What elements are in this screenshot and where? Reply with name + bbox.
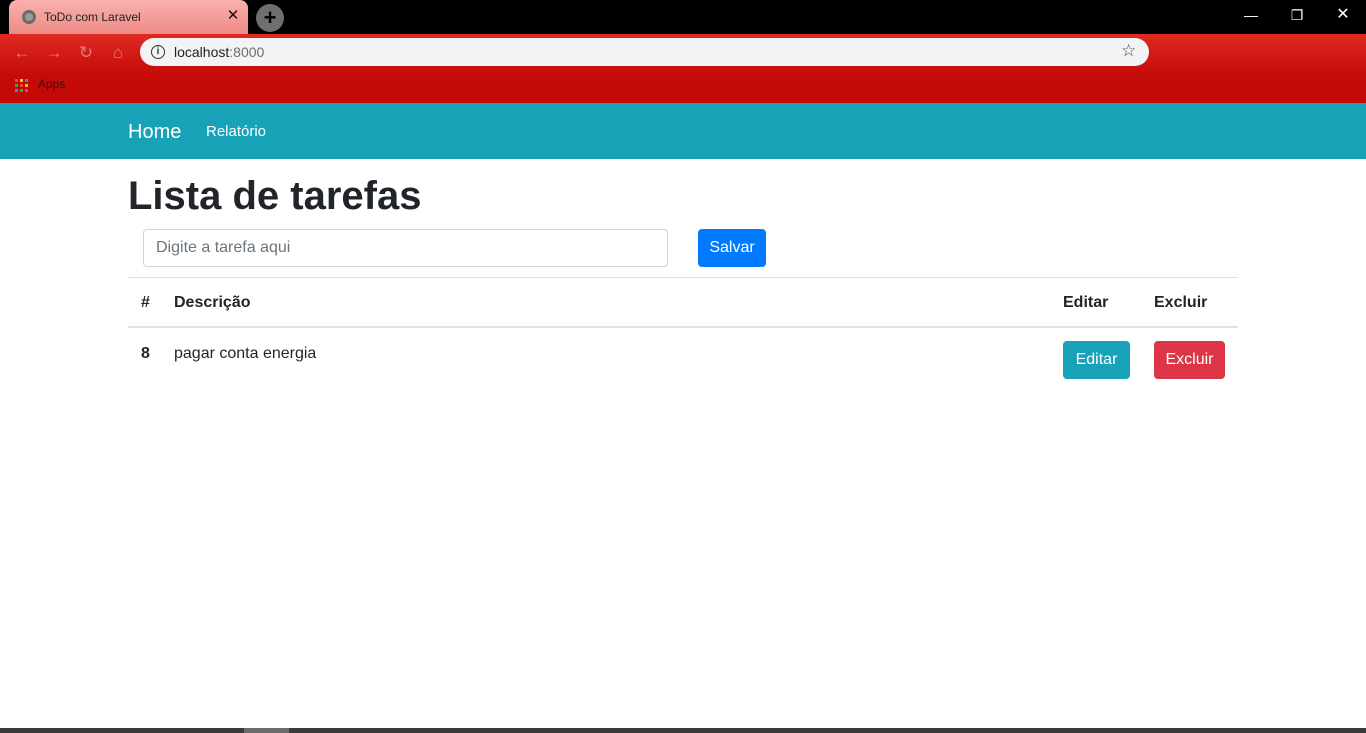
- browser-tab[interactable]: ToDo com Laravel ✕: [9, 0, 248, 34]
- delete-button[interactable]: Excluir: [1154, 341, 1225, 379]
- close-tab-icon[interactable]: ✕: [223, 6, 243, 26]
- back-arrow-icon[interactable]: ←: [10, 41, 34, 65]
- url-host: localhost: [174, 44, 230, 60]
- browser-toolbar: ← → ↻ ⌂ i localhost:8000 ☆ Apps: [0, 34, 1366, 103]
- bookmark-apps[interactable]: Apps: [38, 77, 65, 91]
- table-row: 8 pagar conta energia Editar Excluir: [128, 328, 1238, 392]
- bookmarks-bar: Apps: [0, 74, 300, 98]
- task-description: pagar conta energia: [174, 345, 317, 362]
- info-icon[interactable]: i: [151, 45, 165, 59]
- bottom-scrollbar-thumb[interactable]: [244, 728, 289, 733]
- header-description: Descrição: [174, 294, 251, 311]
- address-bar[interactable]: i localhost:8000 ☆: [140, 38, 1149, 66]
- bottom-scrollbar-track: [0, 728, 1366, 733]
- site-navbar: Home Relatório: [0, 103, 1366, 159]
- new-tab-button[interactable]: +: [256, 4, 284, 32]
- restore-window-button[interactable]: ❐: [1274, 0, 1320, 30]
- task-input[interactable]: [143, 229, 668, 267]
- home-icon[interactable]: ⌂: [106, 41, 130, 65]
- url-text[interactable]: localhost:8000: [174, 44, 264, 60]
- nav-report-link[interactable]: Relatório: [206, 123, 266, 140]
- apps-grid-icon[interactable]: [15, 79, 28, 92]
- nav-home-link[interactable]: Home: [128, 121, 181, 144]
- bookmark-star-icon[interactable]: ☆: [1121, 41, 1136, 61]
- header-edit: Editar: [1063, 294, 1109, 311]
- url-port: :8000: [229, 44, 265, 60]
- page-title: Lista de tarefas: [128, 174, 422, 218]
- edit-button[interactable]: Editar: [1063, 341, 1130, 379]
- header-delete: Excluir: [1154, 294, 1208, 311]
- task-id: 8: [141, 345, 150, 362]
- header-id: #: [141, 294, 150, 311]
- globe-icon: [22, 10, 36, 24]
- table-header: # Descrição Editar Excluir: [128, 278, 1238, 328]
- close-window-button[interactable]: ✕: [1320, 0, 1366, 30]
- minimize-window-button[interactable]: —: [1228, 0, 1274, 30]
- save-button[interactable]: Salvar: [698, 229, 766, 267]
- tab-title: ToDo com Laravel: [44, 10, 141, 24]
- browser-tabstrip: ToDo com Laravel ✕ + — ❐ ✕: [0, 0, 1366, 34]
- forward-arrow-icon[interactable]: →: [42, 41, 66, 65]
- reload-icon[interactable]: ↻: [74, 41, 98, 65]
- tasks-table: # Descrição Editar Excluir 8 pagar conta…: [128, 277, 1238, 392]
